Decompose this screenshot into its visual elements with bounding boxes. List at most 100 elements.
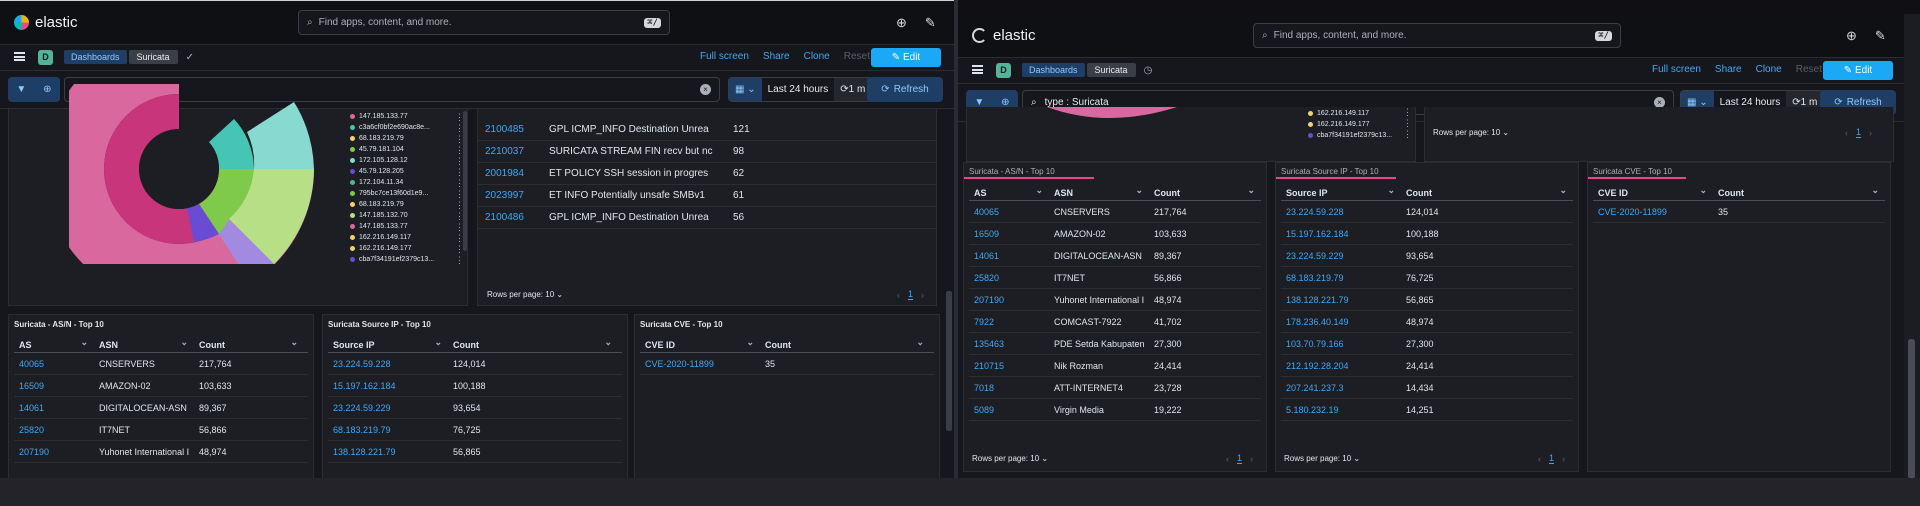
signature-id-link[interactable]: 2100486: [477, 212, 537, 223]
column-header[interactable]: CVE ID: [640, 340, 760, 350]
space-avatar[interactable]: D: [996, 63, 1011, 78]
cell-link[interactable]: 178.236.40.149: [1281, 317, 1401, 327]
global-search[interactable]: ⌕ Find apps, content, and more. ⌘/: [298, 10, 670, 35]
cell-link[interactable]: 25820: [14, 425, 94, 435]
cell-link[interactable]: 135463: [969, 339, 1049, 349]
cell-link[interactable]: 68.183.219.79: [1281, 273, 1401, 283]
cell-link[interactable]: 14061: [14, 403, 94, 413]
prev-page-icon[interactable]: ‹: [897, 290, 900, 300]
cell-link[interactable]: 68.183.219.79: [328, 425, 448, 435]
scrollbar-thumb[interactable]: [1908, 339, 1915, 479]
legend-item[interactable]: 172.105.128.12: [350, 155, 470, 166]
reset-button[interactable]: Reset: [1796, 64, 1822, 75]
next-page-icon[interactable]: ›: [1869, 128, 1872, 138]
cell-link[interactable]: 40065: [969, 207, 1049, 217]
prev-page-icon[interactable]: ‹: [1226, 454, 1229, 464]
next-page-icon[interactable]: ›: [921, 290, 924, 300]
cell-link[interactable]: 23.224.59.229: [328, 403, 448, 413]
legend-item[interactable]: 45.79.128.205: [350, 166, 470, 177]
legend-item[interactable]: 147.185.132.70: [350, 210, 470, 221]
space-avatar[interactable]: D: [38, 50, 53, 65]
page-scrollbar-left[interactable]: [946, 291, 952, 431]
page-number[interactable]: 1: [908, 289, 914, 300]
column-header[interactable]: Count: [448, 340, 618, 350]
cell-link[interactable]: 16509: [14, 381, 94, 391]
column-header[interactable]: Count: [1713, 188, 1885, 198]
cell-link[interactable]: 25820: [969, 273, 1049, 283]
cell-link[interactable]: 138.128.221.79: [1281, 295, 1401, 305]
cell-link[interactable]: 212.192.28.204: [1281, 361, 1401, 371]
elastic-logo[interactable]: elastic: [972, 27, 1036, 44]
refresh-interval[interactable]: ⟳ 1 m: [834, 78, 872, 101]
rows-per-page[interactable]: Rows per page: 10 ⌄: [1433, 128, 1509, 137]
legend-item[interactable]: 68.183.219.79: [350, 133, 470, 144]
column-header[interactable]: Count: [1401, 188, 1573, 198]
cell-link[interactable]: 5.180.232.19: [1281, 405, 1401, 415]
column-header[interactable]: AS: [969, 188, 1049, 198]
cell-link[interactable]: 207190: [969, 295, 1049, 305]
page-scrollbar-right[interactable]: [1904, 14, 1920, 506]
cell-link[interactable]: 207.241.237.3: [1281, 383, 1401, 393]
clone-button[interactable]: Clone: [804, 51, 830, 62]
full-screen-button[interactable]: Full screen: [700, 51, 749, 62]
cell-link[interactable]: 207190: [14, 447, 94, 457]
global-search[interactable]: ⌕ Find apps, content, and more. ⌘/: [1253, 23, 1621, 48]
help-icon[interactable]: ⊕: [1846, 28, 1857, 44]
signature-id-link[interactable]: 2100485: [477, 124, 537, 135]
page-number[interactable]: 1: [1237, 453, 1243, 464]
legend-item[interactable]: c3a6cf0bf2e690ac8e...: [350, 122, 470, 133]
legend-item[interactable]: cba7f34191ef2379c13...: [1308, 130, 1428, 141]
column-header[interactable]: ASN: [1049, 188, 1149, 198]
calendar-icon[interactable]: ▦ ⌄: [729, 78, 762, 101]
cell-link[interactable]: CVE-2020-11899: [640, 359, 760, 369]
signature-id-link[interactable]: 2001984: [477, 168, 537, 179]
legend-item[interactable]: 162.216.149.117: [1308, 108, 1428, 119]
legend-item[interactable]: 162.216.149.177: [1308, 119, 1428, 130]
column-header[interactable]: Count: [194, 340, 304, 350]
cell-link[interactable]: 210715: [969, 361, 1049, 371]
page-number[interactable]: 1: [1549, 453, 1555, 464]
edit-button[interactable]: ✎ Edit: [1823, 61, 1893, 80]
column-header[interactable]: Source IP: [1281, 188, 1401, 198]
clone-button[interactable]: Clone: [1756, 64, 1782, 75]
reset-button[interactable]: Reset: [844, 51, 870, 62]
cell-link[interactable]: 7018: [969, 383, 1049, 393]
breadcrumb-dashboards[interactable]: Dashboards: [1022, 63, 1085, 77]
cell-link[interactable]: 16509: [969, 229, 1049, 239]
clear-query-icon[interactable]: ×: [700, 84, 711, 95]
add-filter-icon[interactable]: ⊕: [43, 84, 51, 95]
prev-page-icon[interactable]: ‹: [1845, 128, 1848, 138]
legend-item[interactable]: 45.79.181.104: [350, 144, 470, 155]
legend-item[interactable]: 795bc7ce13f60d1e9...: [350, 188, 470, 199]
next-page-icon[interactable]: ›: [1562, 454, 1565, 464]
legend-item[interactable]: 162.216.149.177: [350, 243, 470, 254]
signature-id-link[interactable]: 2210037: [477, 146, 537, 157]
cell-link[interactable]: CVE-2020-11899: [1593, 207, 1713, 217]
time-range[interactable]: Last 24 hours: [762, 84, 835, 95]
cell-link[interactable]: 15.197.162.184: [1281, 229, 1401, 239]
signature-id-link[interactable]: 2023997: [477, 190, 537, 201]
column-header[interactable]: CVE ID: [1593, 188, 1713, 198]
page-number[interactable]: 1: [1856, 127, 1862, 138]
share-button[interactable]: Share: [1715, 64, 1742, 75]
cell-link[interactable]: 40065: [14, 359, 94, 369]
date-picker[interactable]: ▦ ⌄ Last 24 hours ⟳ 1 m: [728, 77, 873, 102]
menu-icon[interactable]: [14, 52, 25, 61]
column-header[interactable]: AS: [14, 340, 94, 350]
column-header[interactable]: Count: [760, 340, 930, 350]
column-header[interactable]: Source IP: [328, 340, 448, 350]
help-icon[interactable]: ⊕: [896, 15, 907, 31]
breadcrumb-dashboards[interactable]: Dashboards: [64, 50, 127, 64]
cell-link[interactable]: 14061: [969, 251, 1049, 261]
cell-link[interactable]: 7922: [969, 317, 1049, 327]
prev-page-icon[interactable]: ‹: [1538, 454, 1541, 464]
refresh-button[interactable]: ⟳ Refresh: [867, 77, 943, 102]
full-screen-button[interactable]: Full screen: [1652, 64, 1701, 75]
column-header[interactable]: Count: [1149, 188, 1261, 198]
rows-per-page[interactable]: Rows per page: 10 ⌄: [487, 290, 563, 299]
cell-link[interactable]: 103.70.79.166: [1281, 339, 1401, 349]
share-button[interactable]: Share: [763, 51, 790, 62]
legend-item[interactable]: 147.185.133.77: [350, 221, 470, 232]
cell-link[interactable]: 23.224.59.229: [1281, 251, 1401, 261]
rows-per-page[interactable]: Rows per page: 10 ⌄: [972, 454, 1048, 463]
